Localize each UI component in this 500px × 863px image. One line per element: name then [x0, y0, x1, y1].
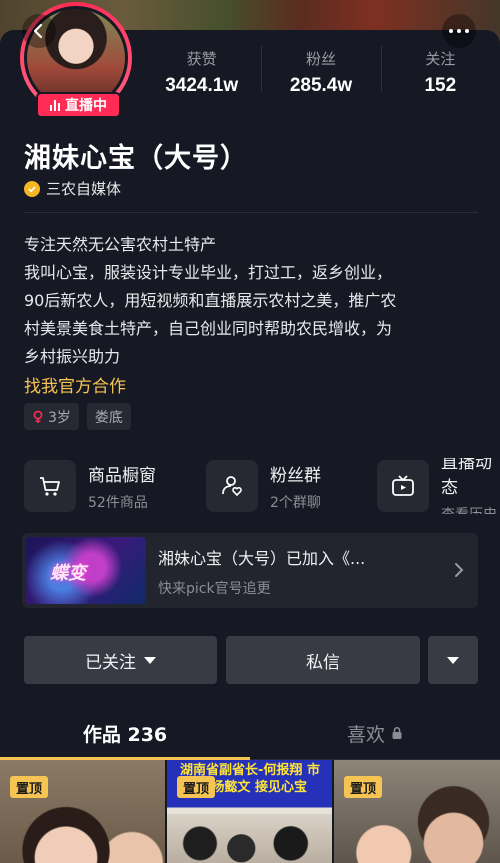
live-badge-label: 直播中 [65, 98, 107, 114]
caret-down-icon [447, 656, 459, 664]
more-button[interactable] [442, 14, 476, 48]
pinned-badge: 置顶 [10, 776, 49, 798]
profile-name: 湘妹心宝（大号） [24, 143, 248, 174]
tag-label: 3岁 [48, 409, 71, 426]
lock-icon [392, 726, 402, 739]
content-tabs: 作品 236 喜欢 [0, 708, 500, 760]
video-grid: 置顶 湖南省副省长-何报翔 市长-杨懿文 接见心宝 置顶 置顶 [0, 760, 500, 863]
female-icon [33, 410, 43, 423]
tab-likes[interactable]: 喜欢 [250, 708, 500, 758]
tag-age: 3岁 [24, 403, 79, 430]
stat-value: 152 [424, 75, 457, 96]
tab-label: 作品 236 [82, 723, 168, 746]
video-tile[interactable]: 湖南省副省长-何报翔 市长-杨懿文 接见心宝 置顶 [167, 760, 332, 863]
stat-value: 3424.1w [165, 75, 239, 96]
caret-down-icon [144, 656, 156, 664]
live-bars-icon [50, 99, 60, 111]
bio-line: 90后新农人，用短视频和直播展示农村之美，推广农 [24, 291, 397, 310]
bio-line: 我叫心宝，服装设计专业毕业，打过工，返乡创业， [24, 263, 393, 282]
back-button[interactable] [22, 14, 56, 48]
profile-stats: 获赞 3424.1w 粉丝 285.4w 关注 152 [142, 42, 500, 106]
profile-actions: 已关注 私信 [24, 636, 478, 684]
live-badge[interactable]: 直播中 [36, 92, 121, 118]
banner-thumbnail: 蝶变 [26, 537, 146, 604]
banner-thumbnail-text: 蝶变 [50, 563, 86, 584]
feature-sub: 查看历史 [441, 504, 500, 514]
recommend-dropdown-button[interactable] [428, 636, 478, 684]
pinned-badge: 置顶 [177, 776, 216, 798]
verified-check-icon [24, 180, 40, 197]
bio-line: 乡村振兴助力 [24, 347, 121, 366]
feature-fan-group[interactable]: 粉丝群 2个群聊 [206, 458, 321, 514]
message-label: 私信 [306, 652, 340, 673]
official-show-banner[interactable]: 蝶变 湘妹心宝（大号）已加入《... 快来pick官号追更 [22, 533, 478, 608]
feature-title: 粉丝群 [270, 465, 321, 486]
verification-label: 三农自媒体 [46, 180, 122, 198]
feature-title: 直播动态 [441, 458, 492, 498]
chevron-right-icon [455, 563, 464, 577]
stat-followers[interactable]: 粉丝 285.4w [261, 42, 380, 106]
tag-location: 娄底 [86, 403, 131, 430]
feature-sub: 52件商品 [88, 494, 148, 511]
tv-icon [377, 460, 429, 512]
stat-label: 粉丝 [305, 50, 336, 68]
message-button[interactable]: 私信 [226, 636, 420, 684]
feature-sub: 2个群聊 [270, 494, 321, 511]
pinned-badge: 置顶 [344, 776, 383, 798]
more-dots-icon [449, 29, 453, 33]
profile-bio: 专注天然无公害农村土特产 我叫心宝，服装设计专业毕业，打过工，返乡创业， 90后… [24, 231, 484, 371]
stat-following[interactable]: 关注 152 [380, 42, 500, 106]
feature-live-history[interactable]: 直播动态 查看历史 [377, 458, 500, 514]
stat-value: 285.4w [289, 75, 353, 96]
verification-badge[interactable]: 三农自媒体 [24, 178, 121, 199]
feature-shop-window[interactable]: 商品橱窗 52件商品 [24, 458, 156, 514]
stat-label: 获赞 [186, 50, 217, 68]
bio-line: 专注天然无公害农村土特产 [24, 235, 217, 254]
fan-group-icon [206, 460, 258, 512]
tab-works[interactable]: 作品 236 [0, 708, 250, 758]
followed-label: 已关注 [85, 652, 136, 673]
bio-line: 村美景美食土特产，自己创业同时帮助农民增收，为 [24, 319, 393, 338]
banner-subtitle: 快来pick官号追更 [158, 581, 271, 597]
video-tile[interactable]: 置顶 [334, 760, 500, 863]
followed-button[interactable]: 已关注 [24, 636, 217, 684]
video-thumbnail [167, 814, 332, 863]
official-partner-link[interactable]: 找我官方合作 [24, 372, 126, 397]
divider [24, 212, 478, 213]
tag-label: 娄底 [94, 409, 123, 426]
feature-row: 商品橱窗 52件商品 粉丝群 2个群聊 直播动态 查看历史 [24, 458, 500, 514]
feature-title: 商品橱窗 [88, 465, 156, 486]
cart-icon [24, 460, 76, 512]
stat-label: 关注 [425, 50, 456, 68]
stat-likes[interactable]: 获赞 3424.1w [142, 42, 261, 106]
tab-label: 喜欢 [346, 723, 385, 746]
profile-tags: 3岁 娄底 [24, 403, 131, 430]
video-tile[interactable]: 置顶 [0, 760, 165, 863]
banner-title: 湘妹心宝（大号）已加入《... [158, 549, 366, 568]
chevron-left-icon [33, 23, 43, 39]
